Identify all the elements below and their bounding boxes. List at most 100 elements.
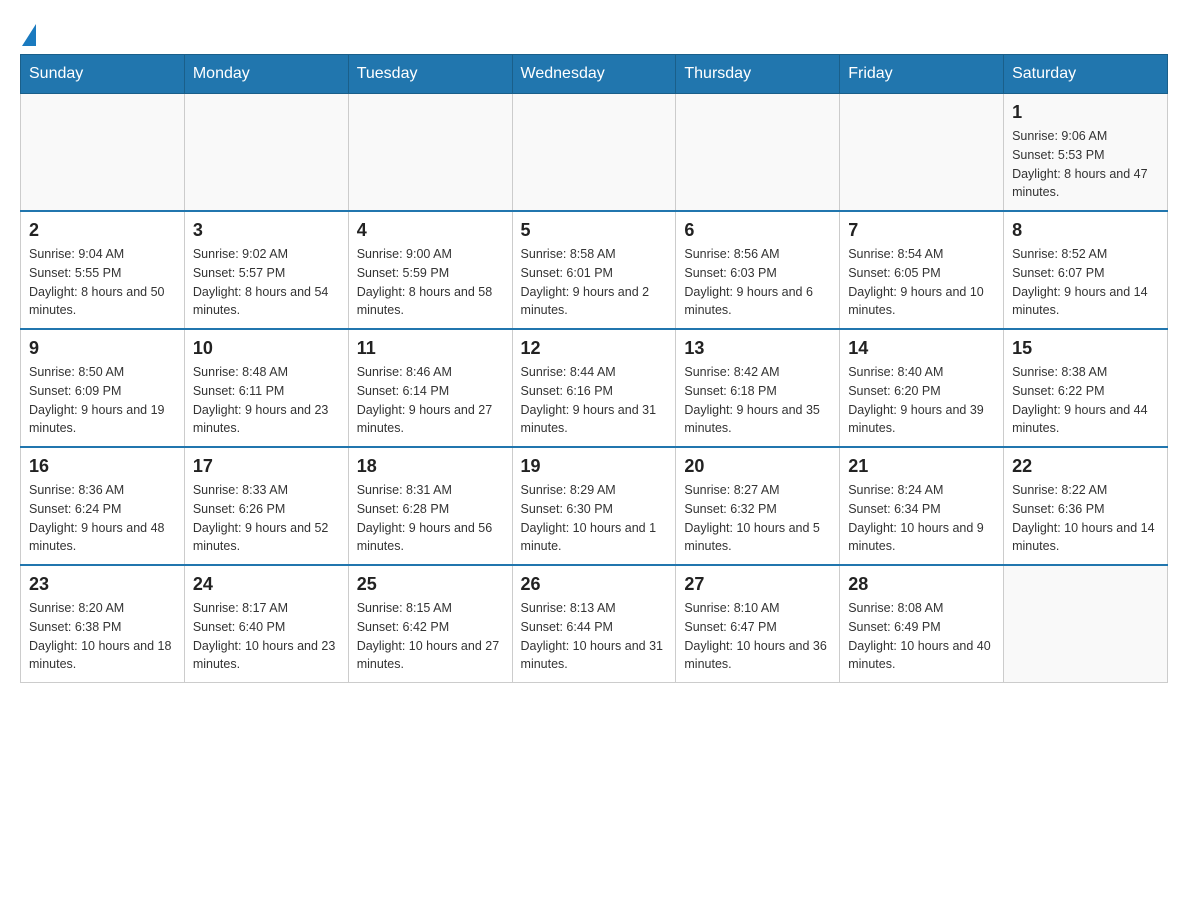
- day-number: 26: [521, 574, 668, 595]
- day-number: 15: [1012, 338, 1159, 359]
- calendar-cell: 28 Sunrise: 8:08 AM Sunset: 6:49 PM Dayli…: [840, 565, 1004, 683]
- calendar-cell: 23 Sunrise: 8:20 AM Sunset: 6:38 PM Dayli…: [21, 565, 185, 683]
- calendar-cell: [840, 94, 1004, 212]
- calendar-header-sunday: Sunday: [21, 55, 185, 94]
- day-number: 20: [684, 456, 831, 477]
- calendar-cell: 25 Sunrise: 8:15 AM Sunset: 6:42 PM Dayli…: [348, 565, 512, 683]
- day-info: Sunrise: 9:00 AM Sunset: 5:59 PM Dayligh…: [357, 245, 504, 320]
- day-info: Sunrise: 8:13 AM Sunset: 6:44 PM Dayligh…: [521, 599, 668, 674]
- calendar-header-friday: Friday: [840, 55, 1004, 94]
- calendar-week-row: 2 Sunrise: 9:04 AM Sunset: 5:55 PM Daylig…: [21, 211, 1168, 329]
- logo-triangle-icon: [22, 24, 36, 46]
- day-info: Sunrise: 8:56 AM Sunset: 6:03 PM Dayligh…: [684, 245, 831, 320]
- day-info: Sunrise: 8:10 AM Sunset: 6:47 PM Dayligh…: [684, 599, 831, 674]
- day-info: Sunrise: 8:27 AM Sunset: 6:32 PM Dayligh…: [684, 481, 831, 556]
- day-number: 25: [357, 574, 504, 595]
- calendar-cell: [512, 94, 676, 212]
- day-info: Sunrise: 9:06 AM Sunset: 5:53 PM Dayligh…: [1012, 127, 1159, 202]
- calendar-header-monday: Monday: [184, 55, 348, 94]
- day-info: Sunrise: 8:33 AM Sunset: 6:26 PM Dayligh…: [193, 481, 340, 556]
- day-number: 2: [29, 220, 176, 241]
- calendar-cell: 15Sunrise: 8:38 AM Sunset: 6:22 PM Dayli…: [1004, 329, 1168, 447]
- calendar-cell: [184, 94, 348, 212]
- day-number: 1: [1012, 102, 1159, 123]
- calendar-header-wednesday: Wednesday: [512, 55, 676, 94]
- day-number: 21: [848, 456, 995, 477]
- day-info: Sunrise: 8:24 AM Sunset: 6:34 PM Dayligh…: [848, 481, 995, 556]
- day-info: Sunrise: 8:17 AM Sunset: 6:40 PM Dayligh…: [193, 599, 340, 674]
- day-number: 22: [1012, 456, 1159, 477]
- calendar-cell: 6 Sunrise: 8:56 AM Sunset: 6:03 PM Daylig…: [676, 211, 840, 329]
- day-number: 10: [193, 338, 340, 359]
- day-info: Sunrise: 8:44 AM Sunset: 6:16 PM Dayligh…: [521, 363, 668, 438]
- day-number: 14: [848, 338, 995, 359]
- day-number: 9: [29, 338, 176, 359]
- day-number: 17: [193, 456, 340, 477]
- day-number: 18: [357, 456, 504, 477]
- calendar-cell: [21, 94, 185, 212]
- day-info: Sunrise: 8:36 AM Sunset: 6:24 PM Dayligh…: [29, 481, 176, 556]
- day-info: Sunrise: 8:42 AM Sunset: 6:18 PM Dayligh…: [684, 363, 831, 438]
- calendar-cell: 20 Sunrise: 8:27 AM Sunset: 6:32 PM Dayli…: [676, 447, 840, 565]
- calendar-cell: 22 Sunrise: 8:22 AM Sunset: 6:36 PM Dayli…: [1004, 447, 1168, 565]
- calendar-cell: 17 Sunrise: 8:33 AM Sunset: 6:26 PM Dayli…: [184, 447, 348, 565]
- day-info: Sunrise: 8:50 AM Sunset: 6:09 PM Dayligh…: [29, 363, 176, 438]
- logo: [20, 20, 36, 44]
- calendar-cell: [348, 94, 512, 212]
- calendar-week-row: 23 Sunrise: 8:20 AM Sunset: 6:38 PM Dayli…: [21, 565, 1168, 683]
- calendar-header-thursday: Thursday: [676, 55, 840, 94]
- day-number: 13: [684, 338, 831, 359]
- calendar-cell: 18 Sunrise: 8:31 AM Sunset: 6:28 PM Dayli…: [348, 447, 512, 565]
- day-number: 7: [848, 220, 995, 241]
- calendar-cell: 21 Sunrise: 8:24 AM Sunset: 6:34 PM Dayli…: [840, 447, 1004, 565]
- day-info: Sunrise: 8:15 AM Sunset: 6:42 PM Dayligh…: [357, 599, 504, 674]
- calendar-cell: 26 Sunrise: 8:13 AM Sunset: 6:44 PM Dayli…: [512, 565, 676, 683]
- day-number: 27: [684, 574, 831, 595]
- day-number: 4: [357, 220, 504, 241]
- calendar-cell: 27 Sunrise: 8:10 AM Sunset: 6:47 PM Dayli…: [676, 565, 840, 683]
- day-info: Sunrise: 8:48 AM Sunset: 6:11 PM Dayligh…: [193, 363, 340, 438]
- day-number: 24: [193, 574, 340, 595]
- calendar-cell: 8 Sunrise: 8:52 AM Sunset: 6:07 PM Daylig…: [1004, 211, 1168, 329]
- day-number: 6: [684, 220, 831, 241]
- day-info: Sunrise: 8:31 AM Sunset: 6:28 PM Dayligh…: [357, 481, 504, 556]
- day-info: Sunrise: 9:04 AM Sunset: 5:55 PM Dayligh…: [29, 245, 176, 320]
- day-info: Sunrise: 8:54 AM Sunset: 6:05 PM Dayligh…: [848, 245, 995, 320]
- calendar-cell: 5 Sunrise: 8:58 AM Sunset: 6:01 PM Daylig…: [512, 211, 676, 329]
- calendar-cell: 3Sunrise: 9:02 AM Sunset: 5:57 PM Daylig…: [184, 211, 348, 329]
- day-info: Sunrise: 8:08 AM Sunset: 6:49 PM Dayligh…: [848, 599, 995, 674]
- day-number: 16: [29, 456, 176, 477]
- calendar-cell: 4 Sunrise: 9:00 AM Sunset: 5:59 PM Daylig…: [348, 211, 512, 329]
- calendar-cell: 24 Sunrise: 8:17 AM Sunset: 6:40 PM Dayli…: [184, 565, 348, 683]
- day-number: 11: [357, 338, 504, 359]
- calendar-cell: 16 Sunrise: 8:36 AM Sunset: 6:24 PM Dayli…: [21, 447, 185, 565]
- calendar-cell: 1 Sunrise: 9:06 AM Sunset: 5:53 PM Daylig…: [1004, 94, 1168, 212]
- calendar-cell: 19Sunrise: 8:29 AM Sunset: 6:30 PM Dayli…: [512, 447, 676, 565]
- calendar-week-row: 9 Sunrise: 8:50 AM Sunset: 6:09 PM Daylig…: [21, 329, 1168, 447]
- calendar-week-row: 1 Sunrise: 9:06 AM Sunset: 5:53 PM Daylig…: [21, 94, 1168, 212]
- calendar-cell: [676, 94, 840, 212]
- day-info: Sunrise: 8:20 AM Sunset: 6:38 PM Dayligh…: [29, 599, 176, 674]
- calendar-header-saturday: Saturday: [1004, 55, 1168, 94]
- calendar-header-row: SundayMondayTuesdayWednesdayThursdayFrid…: [21, 55, 1168, 94]
- calendar-table: SundayMondayTuesdayWednesdayThursdayFrid…: [20, 54, 1168, 683]
- day-number: 28: [848, 574, 995, 595]
- calendar-cell: 12 Sunrise: 8:44 AM Sunset: 6:16 PM Dayli…: [512, 329, 676, 447]
- day-info: Sunrise: 8:46 AM Sunset: 6:14 PM Dayligh…: [357, 363, 504, 438]
- day-number: 5: [521, 220, 668, 241]
- calendar-cell: 10 Sunrise: 8:48 AM Sunset: 6:11 PM Dayli…: [184, 329, 348, 447]
- day-number: 12: [521, 338, 668, 359]
- day-number: 8: [1012, 220, 1159, 241]
- calendar-header-tuesday: Tuesday: [348, 55, 512, 94]
- calendar-week-row: 16 Sunrise: 8:36 AM Sunset: 6:24 PM Dayli…: [21, 447, 1168, 565]
- day-number: 3: [193, 220, 340, 241]
- day-info: Sunrise: 8:22 AM Sunset: 6:36 PM Dayligh…: [1012, 481, 1159, 556]
- day-info: Sunrise: 8:52 AM Sunset: 6:07 PM Dayligh…: [1012, 245, 1159, 320]
- page-header: [20, 20, 1168, 44]
- calendar-cell: 7 Sunrise: 8:54 AM Sunset: 6:05 PM Daylig…: [840, 211, 1004, 329]
- calendar-cell: 13 Sunrise: 8:42 AM Sunset: 6:18 PM Dayli…: [676, 329, 840, 447]
- calendar-cell: 2 Sunrise: 9:04 AM Sunset: 5:55 PM Daylig…: [21, 211, 185, 329]
- day-info: Sunrise: 8:58 AM Sunset: 6:01 PM Dayligh…: [521, 245, 668, 320]
- day-number: 23: [29, 574, 176, 595]
- calendar-cell: [1004, 565, 1168, 683]
